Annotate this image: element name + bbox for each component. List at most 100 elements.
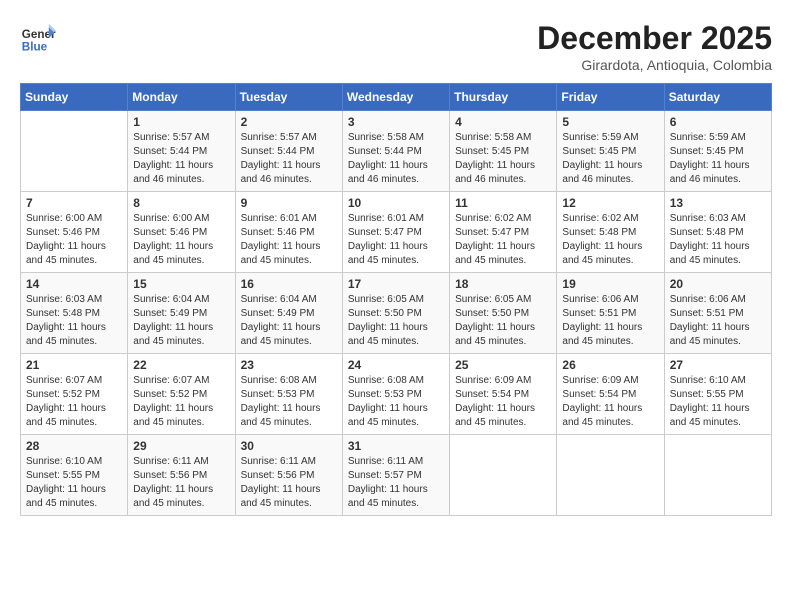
- day-number: 27: [670, 358, 766, 372]
- logo-icon: General Blue: [20, 20, 56, 56]
- day-info: Sunrise: 6:08 AMSunset: 5:53 PMDaylight:…: [348, 374, 444, 430]
- day-info: Sunrise: 6:09 AMSunset: 5:54 PMDaylight:…: [455, 374, 551, 430]
- calendar-header-row: Sunday Monday Tuesday Wednesday Thursday…: [21, 84, 772, 111]
- day-number: 10: [348, 196, 444, 210]
- location-subtitle: Girardota, Antioquia, Colombia: [537, 57, 772, 73]
- day-info: Sunrise: 5:58 AMSunset: 5:45 PMDaylight:…: [455, 131, 551, 187]
- day-number: 23: [241, 358, 337, 372]
- day-info: Sunrise: 5:59 AMSunset: 5:45 PMDaylight:…: [562, 131, 658, 187]
- day-number: 16: [241, 277, 337, 291]
- table-row: 12 Sunrise: 6:02 AMSunset: 5:48 PMDaylig…: [557, 192, 664, 273]
- table-row: 3 Sunrise: 5:58 AMSunset: 5:44 PMDayligh…: [342, 111, 449, 192]
- day-number: 8: [133, 196, 229, 210]
- day-number: 11: [455, 196, 551, 210]
- table-row: 26 Sunrise: 6:09 AMSunset: 5:54 PMDaylig…: [557, 354, 664, 435]
- day-info: Sunrise: 6:02 AMSunset: 5:47 PMDaylight:…: [455, 212, 551, 268]
- day-info: Sunrise: 6:01 AMSunset: 5:47 PMDaylight:…: [348, 212, 444, 268]
- day-info: Sunrise: 5:58 AMSunset: 5:44 PMDaylight:…: [348, 131, 444, 187]
- day-info: Sunrise: 6:10 AMSunset: 5:55 PMDaylight:…: [670, 374, 766, 430]
- day-number: 24: [348, 358, 444, 372]
- table-row: 8 Sunrise: 6:00 AMSunset: 5:46 PMDayligh…: [128, 192, 235, 273]
- table-row: 15 Sunrise: 6:04 AMSunset: 5:49 PMDaylig…: [128, 273, 235, 354]
- day-info: Sunrise: 6:00 AMSunset: 5:46 PMDaylight:…: [133, 212, 229, 268]
- day-info: Sunrise: 5:57 AMSunset: 5:44 PMDaylight:…: [241, 131, 337, 187]
- day-info: Sunrise: 6:00 AMSunset: 5:46 PMDaylight:…: [26, 212, 122, 268]
- table-row: 21 Sunrise: 6:07 AMSunset: 5:52 PMDaylig…: [21, 354, 128, 435]
- day-info: Sunrise: 6:02 AMSunset: 5:48 PMDaylight:…: [562, 212, 658, 268]
- day-number: 28: [26, 439, 122, 453]
- table-row: 25 Sunrise: 6:09 AMSunset: 5:54 PMDaylig…: [450, 354, 557, 435]
- header-sunday: Sunday: [21, 84, 128, 111]
- day-info: Sunrise: 5:57 AMSunset: 5:44 PMDaylight:…: [133, 131, 229, 187]
- day-number: 17: [348, 277, 444, 291]
- day-info: Sunrise: 6:11 AMSunset: 5:56 PMDaylight:…: [133, 455, 229, 511]
- day-number: 2: [241, 115, 337, 129]
- table-row: [21, 111, 128, 192]
- day-info: Sunrise: 6:11 AMSunset: 5:56 PMDaylight:…: [241, 455, 337, 511]
- table-row: 31 Sunrise: 6:11 AMSunset: 5:57 PMDaylig…: [342, 435, 449, 516]
- day-info: Sunrise: 6:11 AMSunset: 5:57 PMDaylight:…: [348, 455, 444, 511]
- page-header: General Blue December 2025 Girardota, An…: [20, 20, 772, 73]
- table-row: 1 Sunrise: 5:57 AMSunset: 5:44 PMDayligh…: [128, 111, 235, 192]
- table-row: 18 Sunrise: 6:05 AMSunset: 5:50 PMDaylig…: [450, 273, 557, 354]
- day-number: 7: [26, 196, 122, 210]
- day-info: Sunrise: 6:03 AMSunset: 5:48 PMDaylight:…: [670, 212, 766, 268]
- day-info: Sunrise: 6:06 AMSunset: 5:51 PMDaylight:…: [562, 293, 658, 349]
- calendar-week-row: 7 Sunrise: 6:00 AMSunset: 5:46 PMDayligh…: [21, 192, 772, 273]
- day-number: 13: [670, 196, 766, 210]
- logo: General Blue: [20, 20, 56, 56]
- calendar-week-row: 1 Sunrise: 5:57 AMSunset: 5:44 PMDayligh…: [21, 111, 772, 192]
- header-tuesday: Tuesday: [235, 84, 342, 111]
- day-number: 19: [562, 277, 658, 291]
- day-info: Sunrise: 6:04 AMSunset: 5:49 PMDaylight:…: [241, 293, 337, 349]
- day-info: Sunrise: 6:10 AMSunset: 5:55 PMDaylight:…: [26, 455, 122, 511]
- day-info: Sunrise: 6:05 AMSunset: 5:50 PMDaylight:…: [455, 293, 551, 349]
- table-row: 5 Sunrise: 5:59 AMSunset: 5:45 PMDayligh…: [557, 111, 664, 192]
- day-number: 30: [241, 439, 337, 453]
- day-number: 26: [562, 358, 658, 372]
- table-row: 9 Sunrise: 6:01 AMSunset: 5:46 PMDayligh…: [235, 192, 342, 273]
- table-row: 10 Sunrise: 6:01 AMSunset: 5:47 PMDaylig…: [342, 192, 449, 273]
- table-row: 13 Sunrise: 6:03 AMSunset: 5:48 PMDaylig…: [664, 192, 771, 273]
- day-info: Sunrise: 6:06 AMSunset: 5:51 PMDaylight:…: [670, 293, 766, 349]
- day-number: 12: [562, 196, 658, 210]
- table-row: 17 Sunrise: 6:05 AMSunset: 5:50 PMDaylig…: [342, 273, 449, 354]
- table-row: 24 Sunrise: 6:08 AMSunset: 5:53 PMDaylig…: [342, 354, 449, 435]
- table-row: 23 Sunrise: 6:08 AMSunset: 5:53 PMDaylig…: [235, 354, 342, 435]
- table-row: 11 Sunrise: 6:02 AMSunset: 5:47 PMDaylig…: [450, 192, 557, 273]
- day-number: 15: [133, 277, 229, 291]
- day-number: 3: [348, 115, 444, 129]
- calendar-week-row: 21 Sunrise: 6:07 AMSunset: 5:52 PMDaylig…: [21, 354, 772, 435]
- header-wednesday: Wednesday: [342, 84, 449, 111]
- calendar-week-row: 28 Sunrise: 6:10 AMSunset: 5:55 PMDaylig…: [21, 435, 772, 516]
- table-row: 29 Sunrise: 6:11 AMSunset: 5:56 PMDaylig…: [128, 435, 235, 516]
- day-number: 5: [562, 115, 658, 129]
- title-area: December 2025 Girardota, Antioquia, Colo…: [537, 20, 772, 73]
- table-row: [557, 435, 664, 516]
- day-number: 14: [26, 277, 122, 291]
- day-number: 1: [133, 115, 229, 129]
- day-info: Sunrise: 6:09 AMSunset: 5:54 PMDaylight:…: [562, 374, 658, 430]
- day-number: 29: [133, 439, 229, 453]
- table-row: 27 Sunrise: 6:10 AMSunset: 5:55 PMDaylig…: [664, 354, 771, 435]
- day-number: 31: [348, 439, 444, 453]
- header-saturday: Saturday: [664, 84, 771, 111]
- table-row: [664, 435, 771, 516]
- table-row: 2 Sunrise: 5:57 AMSunset: 5:44 PMDayligh…: [235, 111, 342, 192]
- header-monday: Monday: [128, 84, 235, 111]
- month-title: December 2025: [537, 20, 772, 57]
- day-number: 18: [455, 277, 551, 291]
- table-row: 19 Sunrise: 6:06 AMSunset: 5:51 PMDaylig…: [557, 273, 664, 354]
- day-number: 6: [670, 115, 766, 129]
- day-number: 22: [133, 358, 229, 372]
- day-number: 20: [670, 277, 766, 291]
- calendar-week-row: 14 Sunrise: 6:03 AMSunset: 5:48 PMDaylig…: [21, 273, 772, 354]
- day-info: Sunrise: 6:08 AMSunset: 5:53 PMDaylight:…: [241, 374, 337, 430]
- table-row: 22 Sunrise: 6:07 AMSunset: 5:52 PMDaylig…: [128, 354, 235, 435]
- table-row: 7 Sunrise: 6:00 AMSunset: 5:46 PMDayligh…: [21, 192, 128, 273]
- table-row: 16 Sunrise: 6:04 AMSunset: 5:49 PMDaylig…: [235, 273, 342, 354]
- day-number: 21: [26, 358, 122, 372]
- header-friday: Friday: [557, 84, 664, 111]
- table-row: 20 Sunrise: 6:06 AMSunset: 5:51 PMDaylig…: [664, 273, 771, 354]
- calendar-table: Sunday Monday Tuesday Wednesday Thursday…: [20, 83, 772, 516]
